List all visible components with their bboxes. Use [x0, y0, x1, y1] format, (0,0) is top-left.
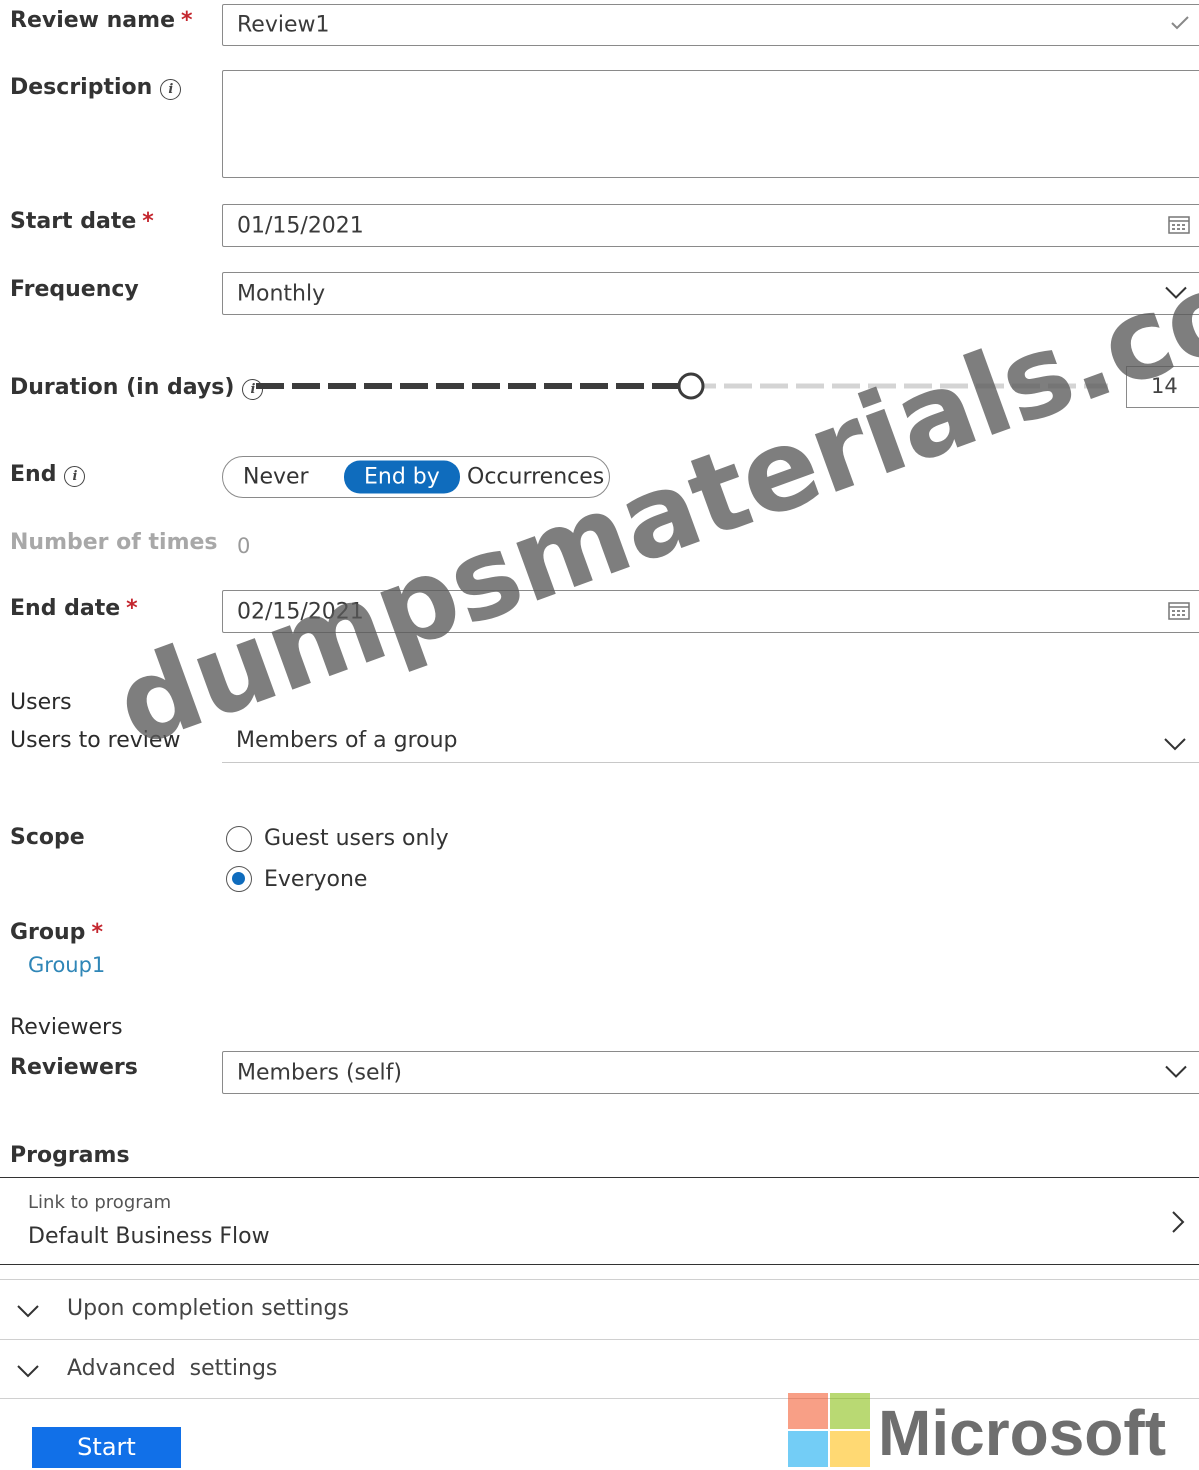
duration-input[interactable]: 14 [1126, 366, 1199, 408]
duration-slider[interactable] [256, 372, 1108, 402]
number-of-times-label: Number of times [10, 530, 218, 555]
group-label: Group * [10, 920, 103, 945]
end-date-label: End date * [10, 596, 138, 621]
scope-option-guest-label: Guest users only [264, 826, 449, 851]
chevron-right-icon [1171, 1210, 1185, 1238]
info-icon: i [64, 466, 86, 487]
end-segmented-control: Never End by Occurrences [222, 456, 610, 498]
calendar-icon[interactable] [1168, 600, 1190, 624]
review-name-input[interactable]: Review1 [222, 4, 1199, 46]
end-date-input[interactable]: 02/15/2021 [222, 590, 1199, 633]
users-section-title: Users [10, 690, 72, 715]
calendar-icon[interactable] [1168, 214, 1190, 238]
chevron-down-icon [1164, 284, 1188, 303]
checkmark-icon [1170, 15, 1190, 35]
reviewers-label: Reviewers [10, 1055, 138, 1080]
upon-completion-settings-label: Upon completion settings [67, 1296, 349, 1321]
users-to-review-select[interactable]: Members of a group [222, 722, 1199, 763]
chevron-down-icon [1164, 1063, 1188, 1082]
end-label: End i [10, 462, 86, 487]
scope-radio-everyone[interactable] [226, 866, 252, 892]
scope-radio-guest-users-only[interactable] [226, 826, 252, 852]
end-option-never[interactable]: Never [243, 465, 309, 490]
programs-section-title: Programs [10, 1143, 130, 1168]
review-name-value: Review1 [237, 12, 330, 38]
start-button[interactable]: Start [32, 1427, 181, 1468]
scope-label: Scope [10, 825, 85, 850]
start-date-label: Start date * [10, 209, 154, 234]
duration-label: Duration (in days) i [10, 375, 264, 400]
reviewers-select[interactable]: Members (self) [222, 1051, 1199, 1094]
end-option-end-by[interactable]: End by [344, 460, 460, 494]
chevron-down-icon [1163, 736, 1187, 755]
link-to-program-value: Default Business Flow [28, 1224, 270, 1249]
reviewers-section-title: Reviewers [10, 1015, 123, 1040]
link-to-program-label: Link to program [28, 1192, 172, 1213]
description-label: Description i [10, 75, 182, 100]
chevron-down-icon [16, 1363, 40, 1382]
microsoft-logo-text: Microsoft [878, 1397, 1166, 1469]
start-date-input[interactable]: 01/15/2021 [222, 204, 1199, 247]
upon-completion-settings-toggle[interactable]: Upon completion settings [0, 1279, 1199, 1340]
description-textarea[interactable] [222, 70, 1199, 178]
frequency-label: Frequency [10, 277, 139, 302]
chevron-down-icon [16, 1303, 40, 1322]
users-to-review-label: Users to review [10, 728, 181, 753]
group-link[interactable]: Group1 [28, 953, 105, 977]
scope-option-everyone-label: Everyone [264, 867, 368, 892]
advanced-settings-toggle[interactable]: Advanced settings [0, 1339, 1199, 1399]
link-to-program-row[interactable]: Link to program Default Business Flow [0, 1177, 1199, 1265]
review-name-label: Review name * [10, 8, 193, 33]
info-icon: i [160, 79, 182, 100]
end-option-occurrences[interactable]: Occurrences [467, 465, 604, 490]
frequency-select[interactable]: Monthly [222, 272, 1199, 315]
number-of-times-input[interactable]: 0 [237, 534, 250, 558]
slider-thumb[interactable] [677, 372, 705, 400]
advanced-settings-label: Advanced settings [67, 1356, 278, 1381]
